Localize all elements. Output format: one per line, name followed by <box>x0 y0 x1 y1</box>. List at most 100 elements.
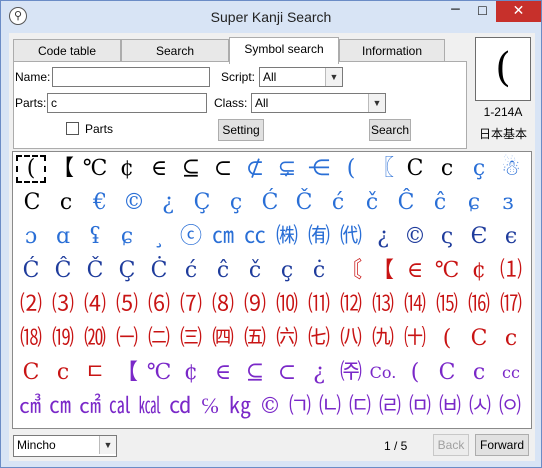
symbol-cell[interactable]: ㏅ <box>165 392 195 422</box>
symbol-cell[interactable]: ɕ <box>111 222 143 252</box>
symbol-cell[interactable]: ć <box>321 188 355 218</box>
symbol-cell[interactable]: Є <box>463 222 495 252</box>
symbol-cell[interactable]: ( <box>15 154 47 184</box>
symbol-cell[interactable]: Ĉ <box>389 188 423 218</box>
symbol-cell[interactable]: ⒅ <box>15 324 47 354</box>
class-select[interactable]: All ▼ <box>251 93 386 113</box>
symbol-cell[interactable]: 【 <box>367 256 399 286</box>
symbol-cell[interactable]: ς <box>431 222 463 252</box>
symbol-cell[interactable]: Ç <box>111 256 143 286</box>
symbol-cell[interactable]: © <box>399 222 431 252</box>
symbol-cell[interactable]: ( <box>399 358 431 388</box>
symbol-cell[interactable]: ㈥ <box>271 324 303 354</box>
symbol-cell[interactable]: č <box>239 256 271 286</box>
symbol-cell[interactable]: ㈜ <box>335 358 367 388</box>
symbol-cell[interactable]: ⒄ <box>495 290 527 320</box>
symbol-cell[interactable]: č <box>355 188 389 218</box>
setting-button[interactable]: Setting <box>218 119 264 141</box>
symbol-cell[interactable]: 〘 <box>335 256 367 286</box>
symbol-cell[interactable]: ⊆ <box>239 358 271 388</box>
symbol-cell[interactable]: ⊂ <box>207 154 239 184</box>
symbol-cell[interactable]: ⑽ <box>271 290 303 320</box>
symbol-cell[interactable]: ㈠ <box>111 324 143 354</box>
symbol-cell[interactable]: ɔ <box>15 222 47 252</box>
symbol-cell[interactable]: ⒀ <box>367 290 399 320</box>
symbol-cell[interactable]: ʢ <box>79 222 111 252</box>
symbol-cell[interactable]: ⒆ <box>47 324 79 354</box>
symbol-cell[interactable]: ⒃ <box>463 290 495 320</box>
symbol-cell[interactable]: ç <box>271 256 303 286</box>
symbol-cell[interactable]: C <box>431 358 463 388</box>
symbol-cell[interactable]: ㈣ <box>207 324 239 354</box>
symbol-cell[interactable]: ㎏ <box>225 392 255 422</box>
symbol-cell[interactable]: ㄷ <box>79 358 111 388</box>
symbol-cell[interactable]: ㈢ <box>175 324 207 354</box>
symbol-cell[interactable]: 【 <box>47 154 79 184</box>
symbol-cell[interactable]: ⒂ <box>431 290 463 320</box>
symbol-cell[interactable]: Ć <box>253 188 287 218</box>
symbol-cell[interactable]: c <box>463 358 495 388</box>
title-bar[interactable]: ⚲ Super Kanji Search ─ ☐ ✕ <box>1 1 541 33</box>
symbol-cell[interactable]: ç <box>463 154 495 184</box>
symbol-cell[interactable]: ¸ <box>143 222 175 252</box>
symbol-cell[interactable]: ⑺ <box>175 290 207 320</box>
symbol-cell[interactable]: ㈱ <box>271 222 303 252</box>
symbol-cell[interactable]: c <box>495 324 527 354</box>
symbol-cell[interactable]: c <box>431 154 463 184</box>
tab-code-table[interactable]: Code table <box>13 39 121 63</box>
symbol-cell[interactable]: ç <box>219 188 253 218</box>
symbol-cell[interactable]: ㎝ <box>45 392 75 422</box>
chevron-down-icon[interactable]: ▼ <box>325 68 342 86</box>
symbol-cell[interactable]: ¿ <box>303 358 335 388</box>
script-select[interactable]: All ▼ <box>259 67 343 87</box>
symbol-cell[interactable]: ¢ <box>463 256 495 286</box>
symbol-cell[interactable]: ㈲ <box>303 222 335 252</box>
symbol-cell[interactable]: ( <box>335 154 367 184</box>
tab-search[interactable]: Search <box>121 39 229 63</box>
symbol-cell[interactable]: ℃ <box>143 358 175 388</box>
symbol-cell[interactable]: ċ <box>303 256 335 286</box>
chevron-down-icon[interactable]: ▼ <box>99 436 116 454</box>
symbol-cell[interactable]: ☃ <box>495 154 527 184</box>
symbol-cell[interactable]: ㈆ <box>465 392 495 422</box>
symbol-cell[interactable]: ⒇ <box>79 324 111 354</box>
symbol-cell[interactable]: ㈩ <box>399 324 431 354</box>
name-input[interactable] <box>52 67 210 87</box>
symbol-cell[interactable]: ⑷ <box>79 290 111 320</box>
maximize-button[interactable]: ☐ <box>469 1 496 22</box>
symbol-cell[interactable]: ㈀ <box>285 392 315 422</box>
symbol-cell[interactable]: Č <box>287 188 321 218</box>
symbol-cell[interactable]: C <box>15 188 49 218</box>
symbol-cell[interactable]: ( <box>431 324 463 354</box>
symbol-cell[interactable]: ℃ <box>431 256 463 286</box>
symbol-cell[interactable]: Č <box>79 256 111 286</box>
minimize-button[interactable]: ─ <box>442 1 469 22</box>
symbol-cell[interactable]: ㈅ <box>435 392 465 422</box>
symbol-cell[interactable]: ㈂ <box>345 392 375 422</box>
symbol-cell[interactable]: ⑹ <box>143 290 175 320</box>
symbol-cell[interactable]: ⑴ <box>495 256 527 286</box>
symbol-cell[interactable]: ¢ <box>175 358 207 388</box>
font-select[interactable]: Mincho ▼ <box>13 435 117 457</box>
back-button[interactable]: Back <box>433 434 469 456</box>
symbol-cell[interactable]: ⑼ <box>239 290 271 320</box>
symbol-cell[interactable]: ĉ <box>207 256 239 286</box>
symbol-cell[interactable]: є <box>495 222 527 252</box>
symbol-cell[interactable]: ⊄ <box>239 154 271 184</box>
symbol-cell[interactable]: c <box>49 188 83 218</box>
symbol-cell[interactable]: C <box>463 324 495 354</box>
symbol-cell[interactable]: ∈ <box>399 256 431 286</box>
symbol-cell[interactable]: ⊆ <box>175 154 207 184</box>
symbol-cell[interactable]: ㎠ <box>75 392 105 422</box>
symbol-cell[interactable]: € <box>83 188 117 218</box>
symbol-cell[interactable]: ɜ <box>491 188 525 218</box>
symbol-cell[interactable]: ㈄ <box>405 392 435 422</box>
symbol-cell[interactable]: ㈨ <box>367 324 399 354</box>
symbol-cell[interactable]: ㎈ <box>105 392 135 422</box>
symbol-cell[interactable]: ㈇ <box>495 392 525 422</box>
symbol-cell[interactable]: ㈤ <box>239 324 271 354</box>
symbol-cell[interactable]: ¿ <box>151 188 185 218</box>
symbol-cell[interactable]: Ĉ <box>47 256 79 286</box>
symbol-cell[interactable]: ¢ <box>111 154 143 184</box>
parts-checkbox[interactable] <box>66 122 79 135</box>
